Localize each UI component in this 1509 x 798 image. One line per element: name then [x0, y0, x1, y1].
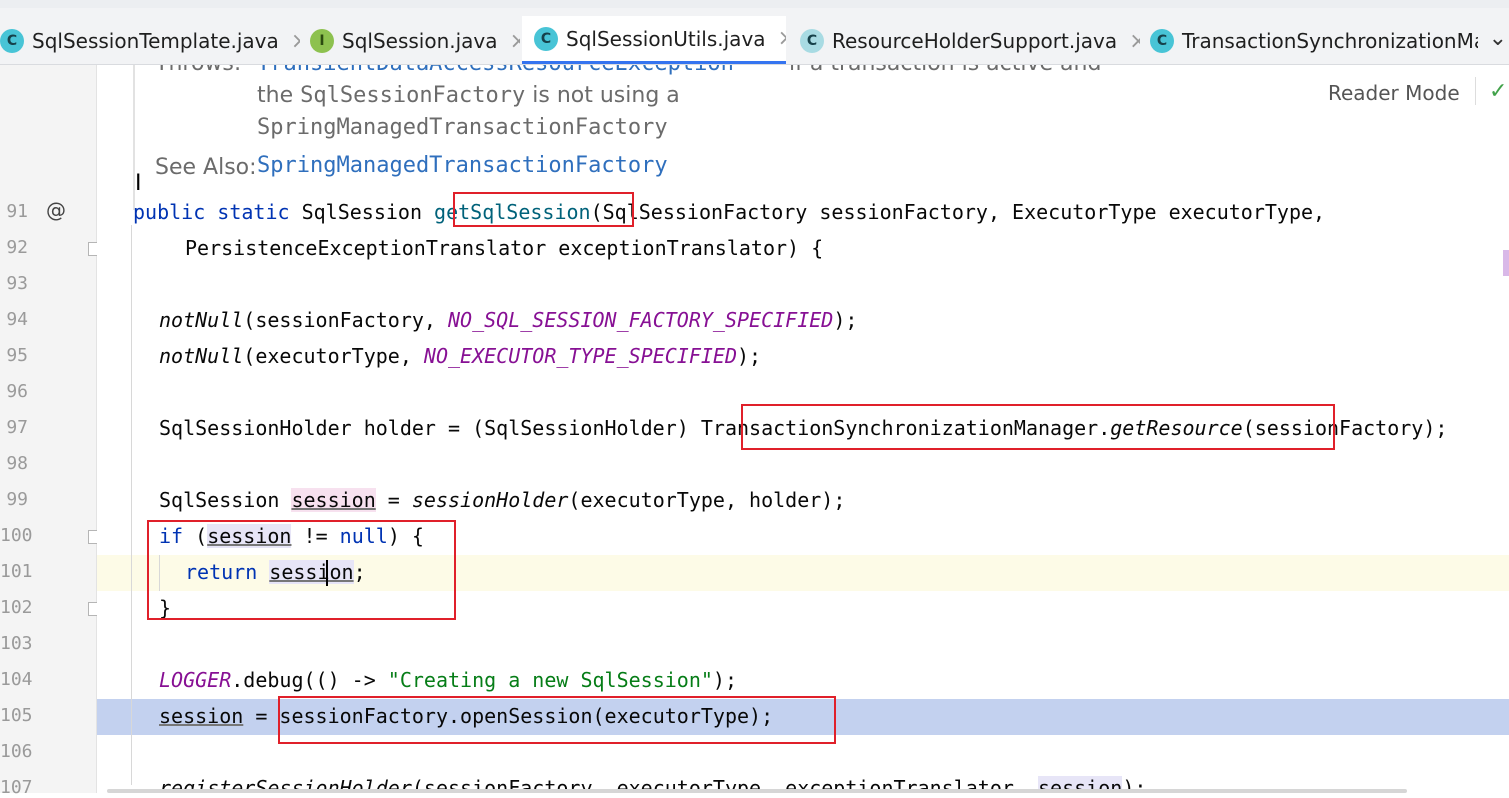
line-number: 101	[0, 561, 33, 582]
line-number: 107	[0, 777, 33, 798]
line-number: 95	[6, 345, 28, 366]
line-number: 99	[6, 489, 28, 510]
line-number: 105	[0, 705, 33, 726]
class-icon: C	[534, 26, 558, 51]
tab-sqlsessionutils[interactable]: C SqlSessionUtils.java ×	[522, 16, 786, 64]
tab-overflow-chevron-icon[interactable]: ⌄	[1489, 26, 1507, 51]
line-number: 97	[6, 417, 28, 438]
throws-exception-link[interactable]: TransientDataAccessResourceException	[257, 65, 734, 76]
line-number: 91	[6, 201, 28, 222]
close-icon[interactable]: ×	[1129, 29, 1140, 54]
code-line-94: notNull(sessionFactory, NO_SQL_SESSION_F…	[159, 308, 858, 332]
line-number: 93	[6, 273, 28, 294]
abstract-class-icon: C	[800, 29, 824, 53]
code-line-99: SqlSession session = sessionHolder(execu…	[159, 488, 846, 512]
line-number-gutter: 91 @ 92 93 94 95 96 97 98 99 100 101 102…	[0, 65, 102, 798]
close-icon[interactable]: ×	[291, 29, 300, 54]
reader-mode-toggle[interactable]: Reader Mode	[1328, 81, 1460, 105]
tab-label: SqlSession.java	[342, 29, 498, 53]
close-icon[interactable]: ×	[778, 26, 786, 51]
tab-label: TransactionSynchronizationMan	[1182, 29, 1478, 53]
annotation-box-getresource	[741, 404, 1335, 450]
code-line-95: notNull(executorType, NO_EXECUTOR_TYPE_S…	[159, 344, 762, 368]
indent-guide	[131, 225, 132, 785]
text-cursor-icon: I	[135, 171, 142, 196]
interface-icon: I	[310, 29, 334, 53]
line-number: 92	[6, 237, 28, 258]
tab-label: SqlSessionUtils.java	[566, 26, 766, 51]
class-icon: C	[0, 29, 24, 53]
see-also-label: See Also:	[155, 155, 257, 180]
throws-label: Throws:	[155, 65, 241, 76]
editor-tab-bar: C SqlSessionTemplate.java × I SqlSession…	[0, 0, 1509, 65]
override-marker-icon[interactable]: @	[46, 198, 66, 222]
line-number: 96	[6, 381, 28, 402]
code-editor[interactable]: Throws: TransientDataAccessResourceExcep…	[97, 65, 1509, 793]
toolbar-divider	[1475, 77, 1476, 105]
annotation-box-if-return	[147, 520, 456, 620]
line-number: 103	[0, 633, 33, 654]
check-icon[interactable]: ✓	[1489, 79, 1507, 104]
line-number: 102	[0, 597, 33, 618]
code-line-91: public static SqlSession getSqlSession(S…	[133, 200, 1326, 224]
doc-line-3: SpringManagedTransactionFactory	[257, 115, 668, 140]
title-strip	[0, 0, 1509, 8]
tab-sqlsession[interactable]: I SqlSession.java ×	[310, 18, 520, 64]
tab-transactionsynchronizationmanager[interactable]: C TransactionSynchronizationMan	[1150, 18, 1478, 64]
annotation-box-getsqlsession	[453, 192, 634, 227]
tab-resourceholdersupport[interactable]: C ResourceHolderSupport.java ×	[800, 18, 1140, 64]
close-icon[interactable]: ×	[510, 29, 520, 54]
rendered-javadoc: Throws: TransientDataAccessResourceExcep…	[133, 65, 1135, 210]
annotation-box-opensession	[278, 696, 836, 744]
code-line-104: LOGGER.debug(() -> "Creating a new SqlSe…	[159, 668, 737, 692]
code-line-92: PersistenceExceptionTranslator exception…	[185, 236, 824, 260]
tab-sqlsessiontemplate[interactable]: C SqlSessionTemplate.java ×	[0, 18, 300, 64]
tab-label: SqlSessionTemplate.java	[32, 29, 279, 53]
class-icon: C	[1150, 29, 1174, 53]
line-number: 106	[0, 741, 33, 762]
line-number: 100	[0, 525, 33, 546]
line-number: 94	[6, 309, 28, 330]
throws-description: – if a transaction is active and	[771, 65, 1101, 76]
line-number: 104	[0, 669, 33, 690]
tab-label: ResourceHolderSupport.java	[832, 29, 1118, 53]
doc-line-2: the SqlSessionFactory is not using a	[257, 83, 680, 108]
error-stripe-mark[interactable]	[1503, 250, 1509, 276]
line-number: 98	[6, 453, 28, 474]
horizontal-scrollbar[interactable]	[107, 789, 1407, 793]
see-also-link[interactable]: SpringManagedTransactionFactory	[257, 153, 668, 178]
